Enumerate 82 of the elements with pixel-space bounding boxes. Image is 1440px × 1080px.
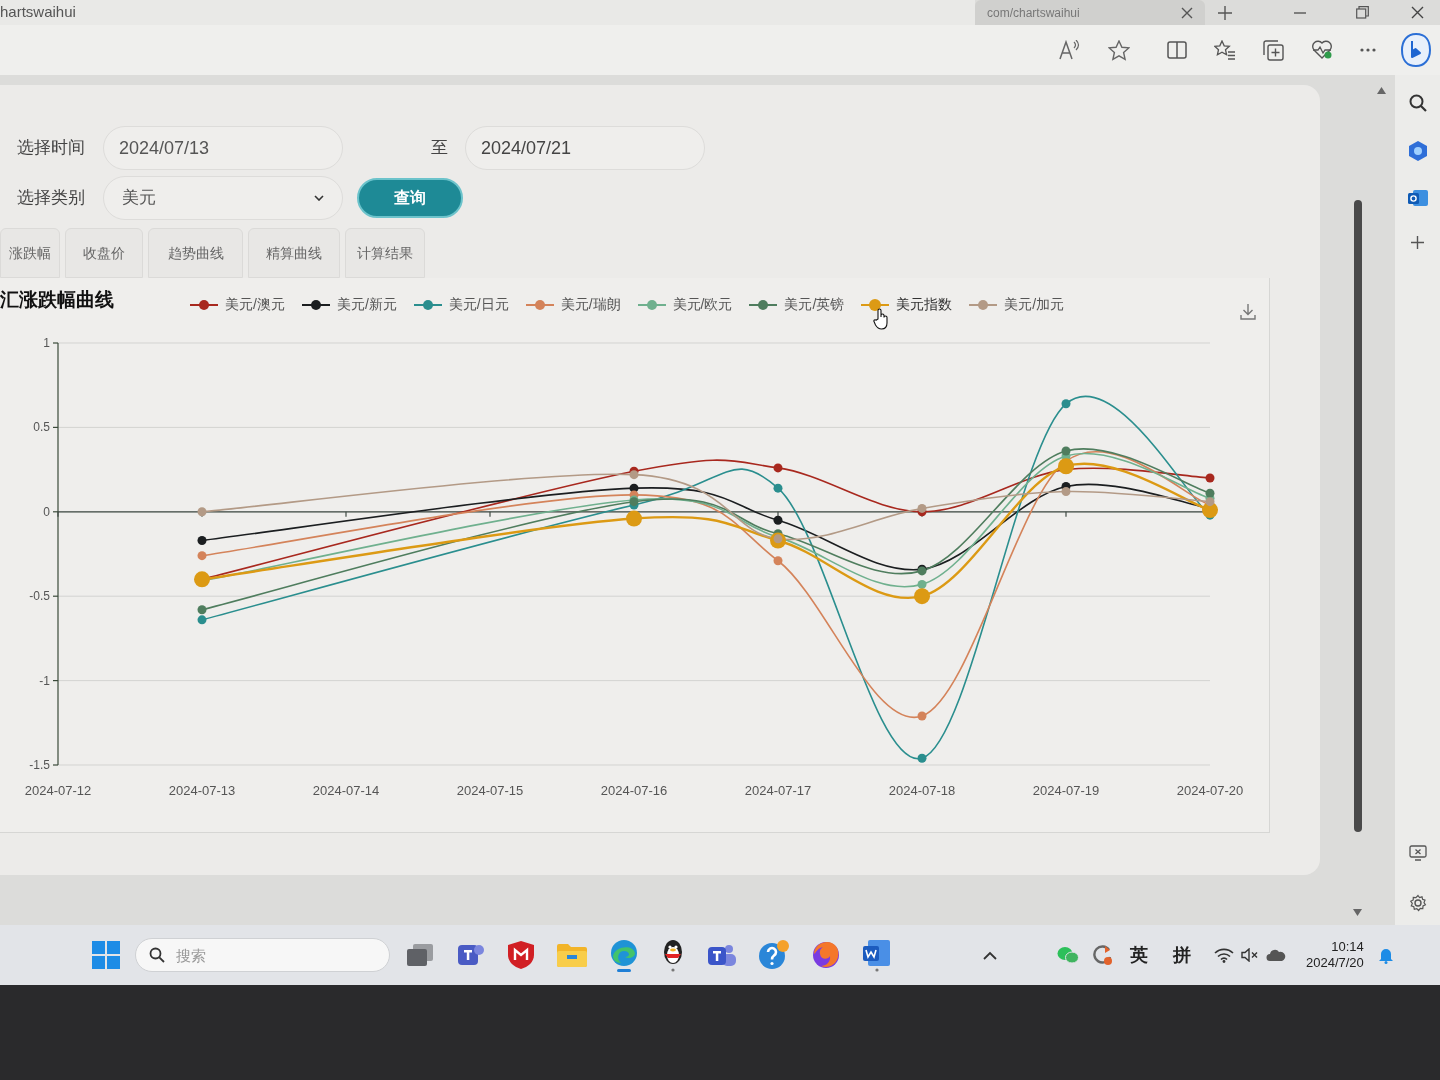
y-axis-label: -1 <box>39 673 50 688</box>
legend-item[interactable]: 美元指数 <box>861 294 953 315</box>
more-icon[interactable] <box>1360 48 1376 52</box>
legend-item[interactable]: 美元/新元 <box>301 294 397 315</box>
legend-item[interactable]: 美元/加元 <box>969 294 1065 315</box>
shield-icon[interactable] <box>507 940 535 970</box>
start-date-field[interactable]: 2024/07/13 <box>103 126 343 170</box>
search-icon <box>149 947 165 963</box>
hexagon-icon[interactable] <box>1407 140 1428 162</box>
bell-icon[interactable] <box>1377 946 1394 964</box>
tab[interactable]: 计算结果 <box>345 228 425 278</box>
end-date-field[interactable]: 2024/07/21 <box>465 126 705 170</box>
category-select[interactable]: 美元 <box>103 176 343 220</box>
four-squares-icon[interactable] <box>92 941 120 969</box>
tab[interactable]: 精算曲线 <box>248 228 340 278</box>
search-icon[interactable] <box>1408 94 1427 112</box>
x-axis-label: 2024-07-13 <box>168 783 236 798</box>
x-axis-label: 2024-07-20 <box>1176 783 1244 798</box>
search-field[interactable]: 搜索 <box>135 938 390 972</box>
chevron-up-icon[interactable] <box>983 950 997 960</box>
settings-icon[interactable] <box>1408 894 1427 912</box>
download-icon[interactable] <box>1240 303 1256 320</box>
read-aloud-icon[interactable] <box>1059 40 1081 60</box>
field-label: 选择类别 <box>16 187 86 210</box>
clock-time[interactable]: 10:14 <box>1331 939 1364 955</box>
x-axis-label: 2024-07-16 <box>600 783 668 798</box>
split-screen-icon[interactable] <box>1167 41 1187 59</box>
scrollbar-thumb[interactable] <box>1353 200 1362 832</box>
plus-icon[interactable] <box>1411 236 1424 249</box>
monitor-icon[interactable] <box>1408 845 1427 861</box>
x-axis-label: 2024-07-19 <box>1032 783 1100 798</box>
x-axis-label: 2024-07-17 <box>744 783 812 798</box>
circular-arrow-icon[interactable] <box>1093 944 1113 966</box>
x-axis-label: 2024-07-12 <box>24 783 92 798</box>
round-logo-icon[interactable] <box>1401 33 1431 67</box>
y-axis-label: 0 <box>43 504 50 519</box>
chart-title: 汇涨跌幅曲线 <box>0 288 115 313</box>
legend-item[interactable]: 美元/瑞朗 <box>525 294 621 315</box>
tab[interactable]: 趋势曲线 <box>148 228 243 278</box>
hand-cursor-icon <box>873 308 889 330</box>
language-indicator[interactable]: 英 <box>1130 941 1148 969</box>
x-axis-label: 2024-07-14 <box>312 783 380 798</box>
tab[interactable]: 收盘价 <box>65 228 143 278</box>
range-separator: 至 <box>431 137 448 160</box>
y-axis-label: -1.5 <box>29 758 50 772</box>
scroll-down-arrow-icon[interactable] <box>1353 909 1362 916</box>
folder-icon[interactable] <box>556 942 588 968</box>
y-axis-label: -0.5 <box>29 589 50 604</box>
query-button[interactable]: 查询 <box>357 178 463 218</box>
y-axis-label: 1 <box>43 336 50 350</box>
clock-date[interactable]: 2024/7/20 <box>1306 955 1364 971</box>
ring-tile-icon[interactable] <box>1406 188 1429 208</box>
fox-globe-icon[interactable] <box>811 940 841 970</box>
tab[interactable]: 涨跌幅 <box>0 228 60 278</box>
x-axis-label: 2024-07-15 <box>456 783 524 798</box>
legend-item[interactable]: 美元/澳元 <box>190 294 285 315</box>
minimize-icon[interactable] <box>1294 11 1306 14</box>
legend-item[interactable]: 美元/欧元 <box>637 294 733 315</box>
muted-speaker-icon[interactable] <box>1241 948 1259 962</box>
restore-icon[interactable] <box>1356 6 1369 19</box>
document-icon[interactable] <box>862 938 892 972</box>
star-icon[interactable] <box>1108 39 1130 61</box>
browser-tab[interactable]: hartswaihui <box>0 0 975 25</box>
x-axis-label: 2024-07-18 <box>888 783 956 798</box>
wifi-icon[interactable] <box>1214 947 1234 963</box>
stacked-squares-plus-icon[interactable] <box>1263 39 1284 61</box>
star-list-icon[interactable] <box>1214 40 1236 60</box>
help-icon[interactable] <box>758 939 790 971</box>
legend-item[interactable]: 美元/日元 <box>413 294 509 315</box>
input-mode-indicator[interactable]: 拼 <box>1173 941 1191 969</box>
caret-icon <box>314 195 324 201</box>
legend-item[interactable]: 美元/英镑 <box>749 294 845 315</box>
close-icon[interactable] <box>1411 6 1424 19</box>
scroll-up-arrow-icon[interactable] <box>1377 87 1386 94</box>
field-label: 选择时间 <box>16 137 86 160</box>
swirl-icon[interactable] <box>609 938 639 972</box>
close-icon[interactable] <box>1181 6 1193 19</box>
stacked-windows-icon[interactable] <box>405 942 435 968</box>
new-tab-icon[interactable] <box>1218 5 1232 20</box>
y-axis-label: 0.5 <box>33 420 50 435</box>
cloud-icon[interactable] <box>1266 948 1286 962</box>
heart-pulse-icon[interactable] <box>1311 40 1333 60</box>
